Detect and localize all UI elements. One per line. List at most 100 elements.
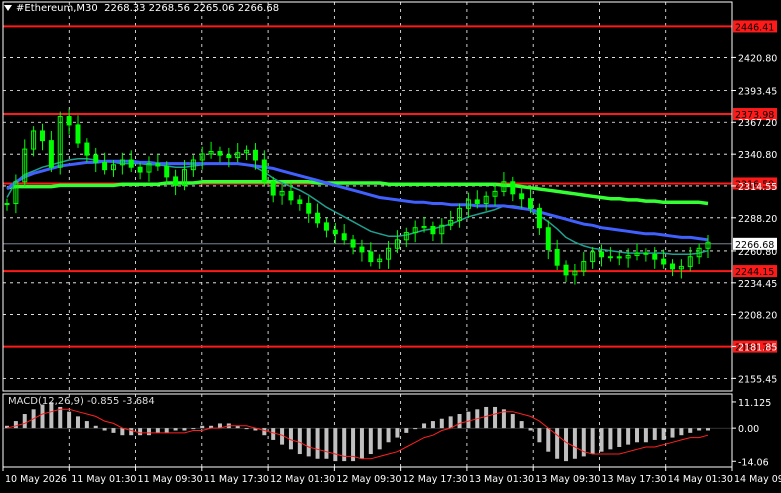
candle-body [75,124,81,144]
price-tick-label: 2260.80 [738,247,777,258]
macd-bar [697,428,702,431]
candle-body [128,159,134,168]
level-label: 2446.41 [735,22,774,33]
macd-bar [395,428,400,438]
time-label: 11 May 17:30 [204,474,269,485]
macd-bar [22,414,27,429]
chart-window[interactable]: 2446.41 2373.98 2316.59 2244.15 2181.72 2266.… [0,0,781,489]
macd-label: MACD(12,26,9) -0.855 -3.684 [8,396,155,407]
candle-body [661,258,667,265]
macd-bar [200,425,205,429]
candle-body [164,165,170,178]
moving-averages [6,158,709,256]
macd-bar [129,428,134,436]
macd-bar [333,428,338,462]
candle-body [323,222,329,231]
dropdown-triangle-icon[interactable] [4,5,12,11]
candle-body [368,251,374,263]
candle-body [252,149,258,161]
price-tick-label: 2340.80 [738,150,777,161]
macd-bar [102,428,107,431]
time-label: 12 May 09:30 [336,474,401,485]
macd-bar [262,428,267,436]
macd-bar [13,421,18,429]
macd-bar [40,404,45,429]
candle-body [430,226,436,235]
macd-bar [271,428,276,440]
symbol-header: #Ethereum,M30 2268.33 2268.56 2265.06 22… [4,3,279,14]
macd-bar [706,428,710,431]
macd-bar [67,411,72,429]
macd-bar [555,428,560,459]
macd-bar [164,428,169,433]
macd-bar [546,428,551,452]
macd-bar [84,421,89,429]
candle-body [155,163,161,167]
price-tick-label: 2314.55 [738,182,777,193]
macd-bar [590,428,595,455]
candle-body [102,161,108,171]
candle-body [554,248,560,266]
macd-bar [306,428,311,457]
candle-body [341,233,347,241]
macd-bar [599,428,604,452]
candle-body [93,154,99,163]
macd-bar [191,428,196,430]
macd-bar [324,428,329,459]
candle-body [306,203,312,214]
macd-bar [688,428,693,433]
macd-bar [297,428,302,455]
macd-bar [528,428,533,431]
price-tick-label: 2181.85 [738,342,777,353]
candle-body [332,229,338,235]
macd-bar [466,411,471,429]
time-label: 13 May 17:30 [601,474,666,485]
macd-bar [75,416,80,429]
time-label: 14 May 01:30 [668,474,733,485]
macd-bar [635,428,640,443]
macd-tick-label: 11.125 [738,398,771,409]
candle-body [4,203,10,206]
macd-bar [173,428,178,431]
candle-body [261,159,267,183]
macd-bar [93,425,98,429]
candle-body [297,199,303,205]
candle-body [510,181,516,195]
ma-fast-line [6,158,709,256]
price-tick-label: 2420.80 [738,53,777,64]
macd-bar [617,428,622,447]
price-tick-label: 2208.20 [738,311,777,322]
macd-bar [510,414,515,429]
macd-bar [138,428,143,436]
macd-bar [661,428,666,440]
candle-body [545,227,551,250]
ma-mid-line [6,159,709,242]
candle-body [599,251,605,258]
candle-body [39,130,45,142]
macd-bar [484,406,489,429]
macd-bar [386,428,391,443]
candle-body [217,151,223,156]
macd-bar [377,428,382,450]
macd-bar [315,428,320,459]
candle-body [519,193,525,200]
candle-body [84,142,90,156]
macd-bar [626,428,631,445]
macd-bar [670,428,675,438]
candle-body [474,199,480,205]
chart-canvas[interactable]: 2446.412373.982316.592244.152181.722266.… [0,0,781,489]
macd-bar [493,406,498,429]
time-label: 12 May 01:30 [270,474,335,485]
price-tick-label: 2393.45 [738,86,777,97]
candle-body [607,256,613,259]
macd-tick-label: 0.00 [738,424,759,435]
candle-body [616,256,622,259]
candle-body [643,252,649,255]
macd-bar [244,428,249,430]
candle-body [536,207,542,229]
time-label: 11 May 01:30 [71,474,136,485]
macd-bar [359,428,364,459]
macd-bar [652,428,657,440]
candle-body [315,212,321,224]
macd-bar [111,428,116,433]
